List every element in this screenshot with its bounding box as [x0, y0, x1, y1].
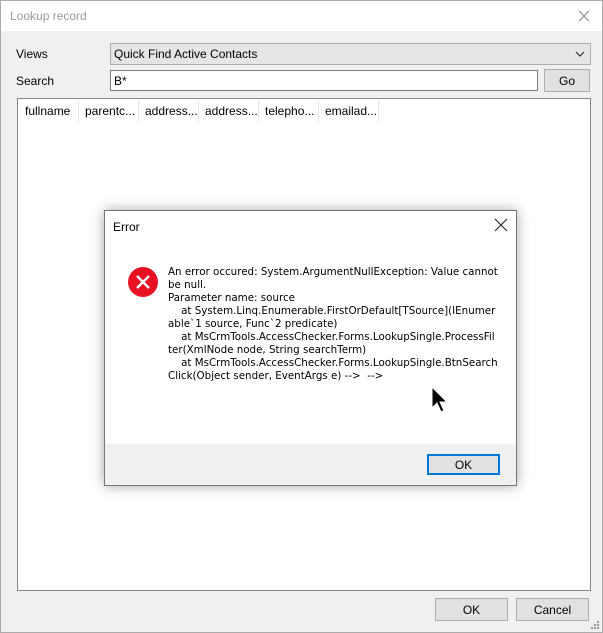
error-dialog-body: Error An error occured: System.ArgumentN…	[105, 211, 516, 444]
close-icon[interactable]	[574, 6, 594, 26]
column-header[interactable]: address...	[199, 100, 259, 122]
views-dropdown[interactable]: Quick Find Active Contacts	[110, 43, 591, 65]
window-title: Lookup record	[10, 9, 87, 23]
chevron-down-icon	[575, 51, 585, 57]
error-dialog: Error An error occured: System.ArgumentN…	[104, 210, 517, 486]
go-button[interactable]: Go	[544, 69, 590, 92]
close-icon[interactable]	[494, 218, 508, 232]
error-ok-button[interactable]: OK	[427, 454, 500, 475]
column-header[interactable]: parentc...	[79, 100, 139, 122]
column-header[interactable]: fullname	[19, 100, 79, 122]
search-label: Search	[16, 74, 55, 88]
title-bar: Lookup record	[1, 1, 602, 31]
grid-header: fullname parentc... address... address..…	[19, 100, 379, 122]
error-dialog-title: Error	[113, 220, 140, 234]
search-input[interactable]	[110, 70, 538, 91]
views-label: Views	[16, 47, 48, 61]
cancel-button[interactable]: Cancel	[516, 598, 589, 621]
mouse-cursor-icon	[431, 386, 449, 413]
resize-grip-icon[interactable]	[590, 620, 600, 630]
views-selected-value: Quick Find Active Contacts	[114, 47, 258, 61]
error-icon	[128, 267, 158, 297]
column-header[interactable]: telepho...	[259, 100, 319, 122]
ok-button[interactable]: OK	[435, 598, 508, 621]
error-message: An error occured: System.ArgumentNullExc…	[168, 266, 498, 382]
column-header[interactable]: emailad...	[319, 100, 379, 122]
column-header[interactable]: address...	[139, 100, 199, 122]
